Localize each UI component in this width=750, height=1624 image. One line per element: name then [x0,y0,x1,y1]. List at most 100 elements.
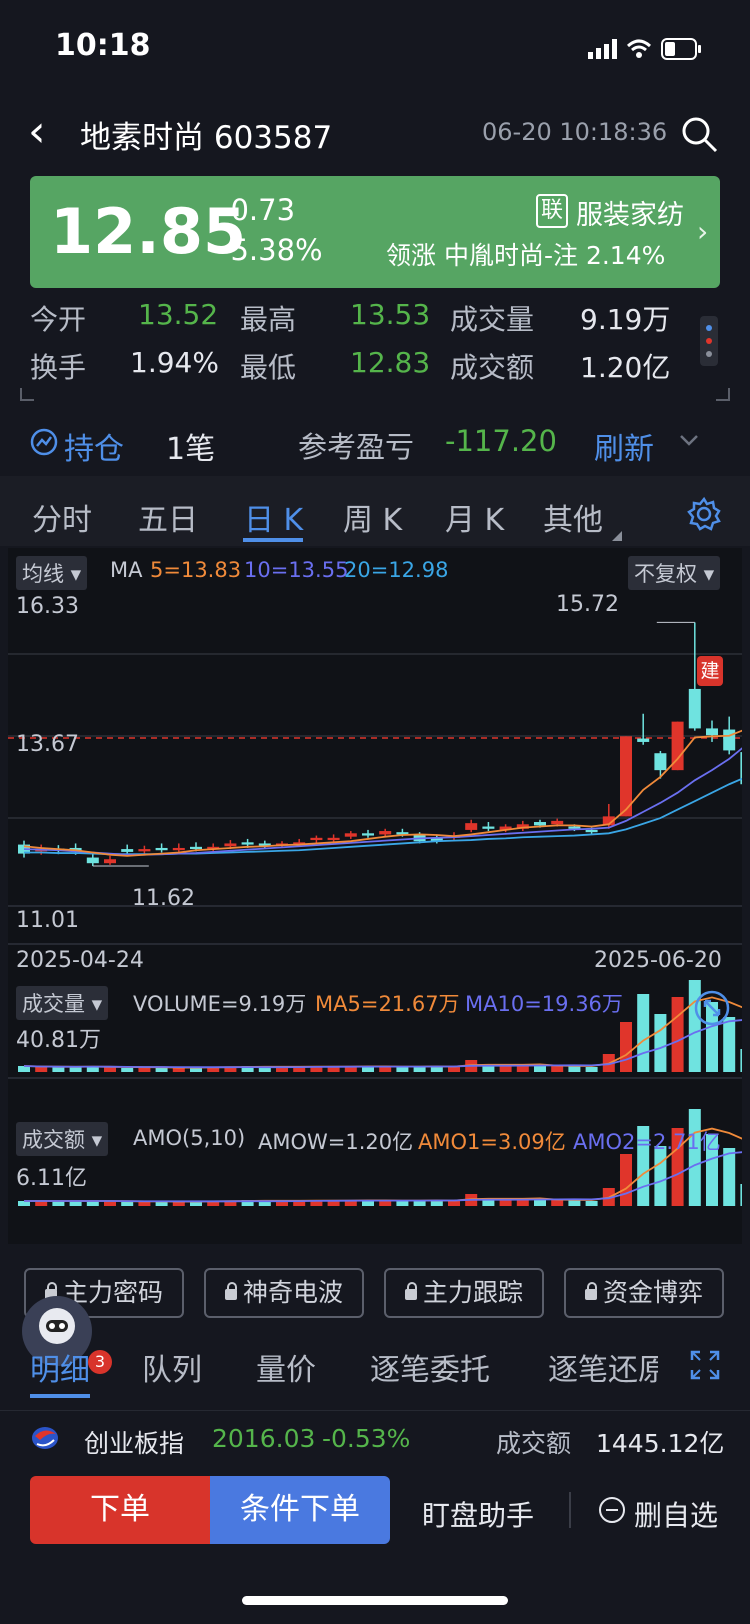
candle-body [241,842,254,845]
y-axis-bottom: 11.01 [16,908,79,933]
lock-button-main-track[interactable]: 主力跟踪 [384,1268,544,1318]
amount-bar [723,1148,736,1206]
stats-frame-corners [20,388,730,401]
stat-volume-label: 成交量 [450,303,535,336]
tab-five-day[interactable]: 五日 [138,495,198,539]
lock-button-magic-wave[interactable]: 神奇电波 [204,1268,364,1318]
sector-name[interactable]: 服装家纺 [576,193,684,232]
expand-icon[interactable] [694,990,730,1030]
build-position-marker[interactable]: 建 [697,656,723,686]
amount-bar [499,1200,512,1206]
lock-button-fund-game[interactable]: 资金博弈 [564,1268,724,1318]
candle-body [190,846,202,850]
index-name: 创业板指 [84,1429,185,1458]
subtab-tick-restore[interactable]: 逐笔还原 [548,1345,658,1389]
monitor-helper-button[interactable]: 盯盘助手 [422,1494,534,1534]
candle-body [379,831,392,835]
tab-daily-k[interactable]: 日 K [244,495,303,539]
stat-open-value: 13.52 [138,298,219,331]
volume-ma5: MA5=21.67万 [315,992,460,1016]
candle-body [104,859,116,864]
amount-dropdown[interactable]: 成交额 ▾ [16,1122,109,1156]
stat-volume-value: 9.19万 [580,303,671,336]
candle-body [585,829,598,833]
stat-turnover-label: 换手 [30,351,87,384]
candle-body [121,849,134,852]
volume-bar [671,997,684,1072]
tab-monthly-k[interactable]: 月 K [445,495,504,539]
search-icon[interactable] [680,115,720,159]
refresh-button[interactable]: 刷新 [594,424,654,468]
volume-bar [620,1022,632,1072]
tab-other[interactable]: 其他 [543,495,603,539]
volume-bar [35,1067,48,1072]
y-axis-ref: 13.67 [16,732,79,757]
conditional-order-button[interactable]: 条件下单 [210,1476,390,1544]
tab-intraday[interactable]: 分时 [32,495,92,539]
volume-dropdown[interactable]: 成交量 ▾ [16,986,109,1020]
amount-bar [620,1154,632,1206]
volume-bar [138,1068,151,1072]
fullscreen-icon[interactable] [690,1350,720,1384]
stat-high-label: 最高 [240,303,297,336]
amo1-value: AMO1=3.09亿 [418,1130,566,1154]
candle-body [344,833,357,837]
volume-bar [69,1067,82,1072]
stat-low-value: 12.83 [350,346,431,379]
amount-ma10-line [24,1151,742,1203]
subtab-tick-orders[interactable]: 逐笔委托 [370,1345,490,1389]
stat-turnover-value: 1.94% [130,346,219,379]
trend-icon [30,428,58,460]
lock-icon [404,1282,417,1300]
index-value: 2016.03 [212,1424,316,1453]
date-end: 2025-06-20 [594,948,722,973]
signal-wifi-battery-icon [588,38,701,60]
chevron-right-icon[interactable]: › [697,215,708,248]
active-tab-underline [243,538,303,542]
holding-label[interactable]: 持仓 [64,424,124,468]
candle-body [86,857,99,864]
subtab-volume-price[interactable]: 量价 [256,1345,316,1389]
tab-weekly-k[interactable]: 周 K [343,495,402,539]
candle-body [362,833,374,836]
subtab-detail[interactable]: 明细 [30,1345,90,1389]
amount-bar [585,1201,598,1206]
back-icon[interactable]: ‹ [28,110,46,154]
volume-bar [121,1068,134,1072]
candle-body [138,849,151,852]
price-change: -0.73 [220,193,296,227]
candle-body [723,729,736,751]
volume-dropdown-label: 成交量 [22,992,85,1016]
page-title: 地素时尚 603587 [80,120,333,156]
stat-high-value: 13.53 [350,298,431,331]
volume-bar [551,1066,564,1072]
amo-label: AMO(5,10) [133,1126,246,1150]
amount-bar [740,1184,742,1206]
chevron-down-icon[interactable] [678,432,700,452]
settings-gear-icon[interactable] [686,496,722,536]
order-button[interactable]: 下单 [30,1476,210,1544]
volume-bar [379,1067,392,1072]
subtab-queue[interactable]: 队列 [142,1345,202,1389]
volume-bar [637,994,650,1072]
more-dots-icon[interactable] [700,316,718,366]
max-price-label: 15.72 [556,592,619,617]
candle-body [706,728,718,736]
candle-body [465,823,478,830]
volume-bar [396,1067,409,1072]
last-price: 12.85 [50,195,247,268]
amount-bar [516,1200,529,1206]
detail-badge: 3 [88,1350,112,1374]
volume-ma10: MA10=19.36万 [465,992,623,1016]
candle-body [172,847,185,851]
volume-bar [516,1066,529,1072]
home-indicator [242,1596,508,1605]
subtab-underline [30,1394,90,1398]
sector-leader: 领涨 中胤时尚-注 2.14% [386,236,665,272]
lead-pct: 2.14% [585,241,666,270]
amount-bar [121,1202,134,1206]
volume-bar [654,1014,667,1072]
remove-watchlist-button[interactable]: 删自选 [634,1494,718,1534]
volume-ma10-line [23,1019,742,1069]
amount-bar [379,1201,392,1206]
